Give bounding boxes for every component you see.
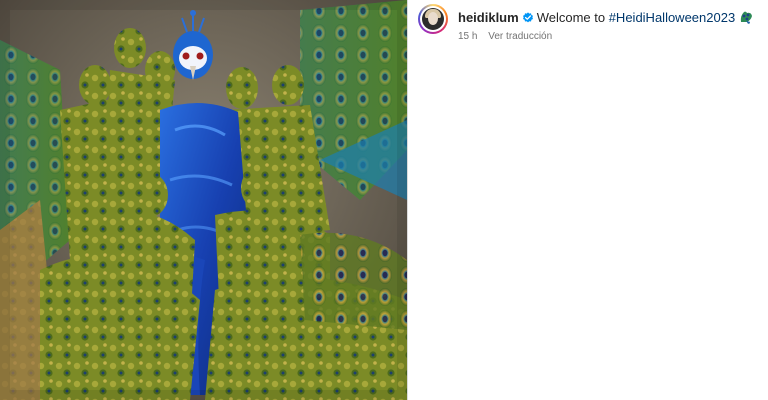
hashtag-link[interactable]: #HeidiHalloween2023 — [609, 10, 735, 25]
story-ring[interactable] — [418, 4, 448, 34]
post-time: 15 h — [458, 31, 478, 42]
peacock-costume-illustration — [0, 0, 407, 400]
avatar[interactable] — [420, 6, 446, 32]
see-translation-button[interactable]: Ver traducción — [488, 31, 552, 42]
caption-text: Welcome to — [536, 10, 609, 25]
avatar-photo — [422, 8, 444, 30]
post-photo[interactable] — [0, 0, 407, 400]
post-view: heidiklum Welcome to #HeidiHalloween2023 … — [0, 0, 768, 400]
caption-line: heidiklum Welcome to #HeidiHalloween2023 — [458, 9, 753, 29]
pane-divider — [407, 0, 408, 400]
username-link[interactable]: heidiklum — [458, 10, 519, 25]
peacock-emoji-icon — [739, 10, 753, 29]
meta-line: 15 h Ver traducción — [458, 30, 552, 43]
verified-badge-icon — [522, 11, 534, 29]
avatar-face — [428, 12, 438, 25]
